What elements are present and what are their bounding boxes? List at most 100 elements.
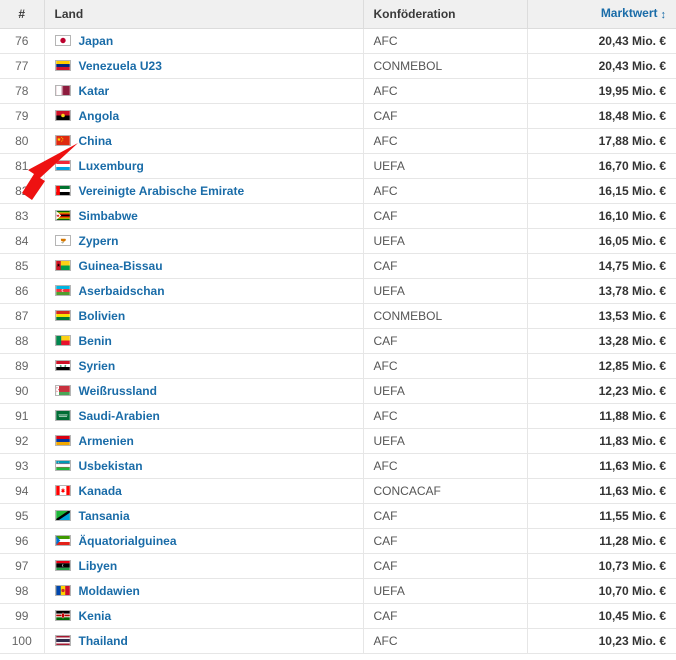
table-row[interactable]: 79AngolaCAF18,48 Mio. € xyxy=(0,103,676,128)
table-row[interactable]: 99KeniaCAF10,45 Mio. € xyxy=(0,603,676,628)
country-cell: Bolivien xyxy=(55,309,353,323)
cell-land: Armenien xyxy=(44,428,363,453)
country-cell: Venezuela U23 xyxy=(55,59,353,73)
cell-konfoederation: UEFA xyxy=(363,153,527,178)
cell-land: Angola xyxy=(44,103,363,128)
cell-marktwert: 10,45 Mio. € xyxy=(527,603,676,628)
cell-marktwert: 10,23 Mio. € xyxy=(527,628,676,653)
table-row[interactable]: 97 Libyen CAF10,73 Mio. € xyxy=(0,553,676,578)
country-link[interactable]: Aserbaidschan xyxy=(79,284,165,298)
flag-venezuela-icon xyxy=(55,60,71,71)
country-link[interactable]: Libyen xyxy=(79,559,118,573)
cell-marktwert: 13,78 Mio. € xyxy=(527,278,676,303)
table-row[interactable]: 88BeninCAF13,28 Mio. € xyxy=(0,328,676,353)
country-cell: Katar xyxy=(55,84,353,98)
country-link[interactable]: Tansania xyxy=(79,509,130,523)
cell-marktwert: 17,88 Mio. € xyxy=(527,128,676,153)
country-cell: Aserbaidschan xyxy=(55,284,353,298)
flag-eqguinea-icon xyxy=(55,535,71,546)
country-cell: Luxemburg xyxy=(55,159,353,173)
country-link[interactable]: Kenia xyxy=(79,609,112,623)
country-link[interactable]: Äquatorialguinea xyxy=(79,534,177,548)
cell-marktwert: 16,15 Mio. € xyxy=(527,178,676,203)
table-row[interactable]: 92ArmenienUEFA11,83 Mio. € xyxy=(0,428,676,453)
table-row[interactable]: 85Guinea-BissauCAF14,75 Mio. € xyxy=(0,253,676,278)
column-header-land[interactable]: Land xyxy=(44,0,363,28)
table-row[interactable]: 83SimbabweCAF16,10 Mio. € xyxy=(0,203,676,228)
table-row[interactable]: 98MoldawienUEFA10,70 Mio. € xyxy=(0,578,676,603)
cell-rank: 98 xyxy=(0,578,44,603)
table-row[interactable]: 78KatarAFC19,95 Mio. € xyxy=(0,78,676,103)
flag-thailand-icon xyxy=(55,635,71,646)
table-row[interactable]: 100ThailandAFC10,23 Mio. € xyxy=(0,628,676,653)
cell-marktwert: 10,73 Mio. € xyxy=(527,553,676,578)
cell-rank: 80 xyxy=(0,128,44,153)
cell-rank: 96 xyxy=(0,528,44,553)
table-row[interactable]: 94KanadaCONCACAF11,63 Mio. € xyxy=(0,478,676,503)
country-link[interactable]: Vereinigte Arabische Emirate xyxy=(79,184,245,198)
table-row[interactable]: 87BolivienCONMEBOL13,53 Mio. € xyxy=(0,303,676,328)
country-link[interactable]: China xyxy=(79,134,112,148)
cell-marktwert: 11,88 Mio. € xyxy=(527,403,676,428)
column-header-marktwert[interactable]: Marktwert↕ xyxy=(527,0,676,28)
cell-marktwert: 16,70 Mio. € xyxy=(527,153,676,178)
country-link[interactable]: Bolivien xyxy=(79,309,126,323)
cell-marktwert: 16,05 Mio. € xyxy=(527,228,676,253)
cell-rank: 97 xyxy=(0,553,44,578)
table-row[interactable]: 96ÄquatorialguineaCAF11,28 Mio. € xyxy=(0,528,676,553)
table-row[interactable]: 77Venezuela U23CONMEBOL20,43 Mio. € xyxy=(0,53,676,78)
country-cell: Saudi-Arabien xyxy=(55,409,353,423)
country-link[interactable]: Katar xyxy=(79,84,110,98)
table-row[interactable]: 89SyrienAFC12,85 Mio. € xyxy=(0,353,676,378)
column-header-rank[interactable]: # xyxy=(0,0,44,28)
table-row[interactable]: 93UsbekistanAFC11,63 Mio. € xyxy=(0,453,676,478)
country-link[interactable]: Thailand xyxy=(79,634,128,648)
table-row[interactable]: 81LuxemburgUEFA16,70 Mio. € xyxy=(0,153,676,178)
country-link[interactable]: Benin xyxy=(79,334,112,348)
country-link[interactable]: Kanada xyxy=(79,484,122,498)
flag-benin-icon xyxy=(55,335,71,346)
country-link[interactable]: Weißrussland xyxy=(79,384,157,398)
table-row[interactable]: 84ZypernUEFA16,05 Mio. € xyxy=(0,228,676,253)
cell-land: Venezuela U23 xyxy=(44,53,363,78)
flag-armenia-icon xyxy=(55,435,71,446)
country-link[interactable]: Guinea-Bissau xyxy=(79,259,163,273)
country-cell: Guinea-Bissau xyxy=(55,259,353,273)
table-row[interactable]: 86AserbaidschanUEFA13,78 Mio. € xyxy=(0,278,676,303)
country-link[interactable]: Saudi-Arabien xyxy=(79,409,160,423)
flag-guineabissau-icon xyxy=(55,260,71,271)
country-link[interactable]: Syrien xyxy=(79,359,116,373)
table-row[interactable]: 90WeißrusslandUEFA12,23 Mio. € xyxy=(0,378,676,403)
cell-konfoederation: CAF xyxy=(363,528,527,553)
country-cell: Kenia xyxy=(55,609,353,623)
country-link[interactable]: Usbekistan xyxy=(79,459,143,473)
cell-marktwert: 10,70 Mio. € xyxy=(527,578,676,603)
table-row[interactable]: 82Vereinigte Arabische EmirateAFC16,15 M… xyxy=(0,178,676,203)
cell-marktwert: 20,43 Mio. € xyxy=(527,53,676,78)
country-link[interactable]: Angola xyxy=(79,109,120,123)
cell-konfoederation: CAF xyxy=(363,103,527,128)
country-link[interactable]: Moldawien xyxy=(79,584,140,598)
flag-uzbekistan-icon xyxy=(55,460,71,471)
country-link[interactable]: Simbabwe xyxy=(79,209,138,223)
country-market-value-table: # Land Konföderation Marktwert↕ 76JapanA… xyxy=(0,0,676,654)
country-cell: Japan xyxy=(55,34,353,48)
column-header-konfoederation[interactable]: Konföderation xyxy=(363,0,527,28)
country-link[interactable]: Venezuela U23 xyxy=(79,59,162,73)
table-row[interactable]: 80ChinaAFC17,88 Mio. € xyxy=(0,128,676,153)
cell-land: China xyxy=(44,128,363,153)
country-cell: Simbabwe xyxy=(55,209,353,223)
cell-marktwert: 12,23 Mio. € xyxy=(527,378,676,403)
cell-marktwert: 11,63 Mio. € xyxy=(527,478,676,503)
country-link[interactable]: Zypern xyxy=(79,234,119,248)
country-link[interactable]: Luxemburg xyxy=(79,159,144,173)
cell-marktwert: 13,53 Mio. € xyxy=(527,303,676,328)
country-link[interactable]: Armenien xyxy=(79,434,134,448)
table-row[interactable]: 95TansaniaCAF11,55 Mio. € xyxy=(0,503,676,528)
table-row[interactable]: 76JapanAFC20,43 Mio. € xyxy=(0,28,676,53)
table-row[interactable]: 91Saudi-ArabienAFC11,88 Mio. € xyxy=(0,403,676,428)
cell-land: Weißrussland xyxy=(44,378,363,403)
country-link[interactable]: Japan xyxy=(79,34,114,48)
sort-updown-icon[interactable]: ↕ xyxy=(661,10,667,21)
cell-konfoederation: CAF xyxy=(363,553,527,578)
